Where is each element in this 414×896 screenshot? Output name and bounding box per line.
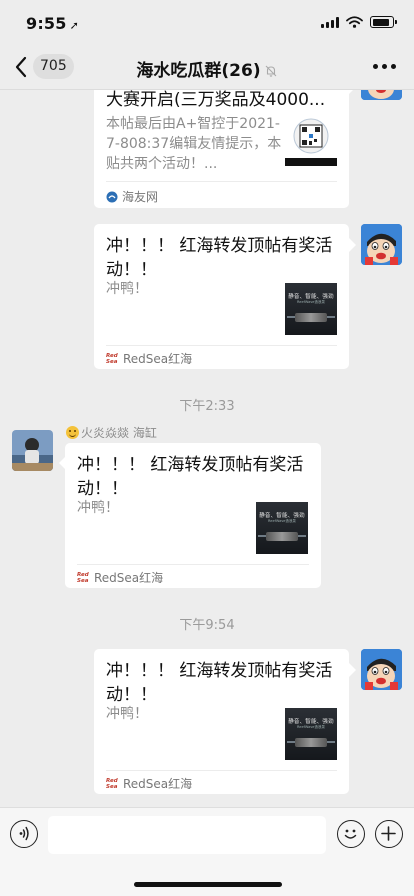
thumbnail-subcaption: ReefWave造浪泵: [268, 519, 296, 523]
redsea-logo-icon: Red Sea: [77, 571, 89, 584]
link-card-source: 海友网: [106, 188, 158, 205]
emoji-icon: [344, 829, 357, 839]
thumbnail-caption: 静音、智能、强劲: [259, 513, 305, 519]
link-card-source: Red Sea RedSea红海: [106, 350, 192, 367]
link-card-thumbnail: 静音、智能、强劲 ReefWave造浪泵: [285, 283, 337, 335]
link-card-divider: [106, 770, 337, 771]
qr-code-icon: [285, 118, 337, 166]
more-dot: [373, 64, 378, 69]
link-card-thumbnail: 静音、智能、强劲 ReefWave造浪泵: [256, 502, 308, 554]
photo-avatar-icon: [12, 430, 53, 471]
link-card[interactable]: 冲！！！ 红海转发顶帖有奖活动！！ 冲鸭！ 静音、智能、强劲 ReefWave造…: [94, 649, 349, 794]
redsea-logo-icon: Red Sea: [106, 352, 118, 365]
bubble-tail: [349, 663, 356, 677]
link-card-title: 冲！！！ 红海转发顶帖有奖活动！！: [77, 455, 304, 499]
plus-button[interactable]: [375, 820, 403, 848]
link-card-description: 冲鸭！: [77, 500, 119, 516]
sender-name-label: 火炎焱燚 海缸: [81, 426, 157, 440]
nav-bar: 705 海水吃瓜群(26): [0, 44, 414, 90]
link-card-source-label: RedSea红海: [123, 777, 193, 791]
wifi-icon: [346, 16, 363, 28]
bell-slash-icon: [265, 65, 276, 77]
redsea-logo-icon: Red Sea: [106, 777, 118, 790]
wave-pump-image: [258, 532, 306, 541]
input-bar: [0, 807, 414, 896]
battery-icon: [370, 16, 397, 28]
thumbnail-subcaption: ReefWave造浪泵: [297, 725, 325, 729]
link-card-source: Red Sea RedSea红海: [106, 775, 192, 792]
timestamp: 下午9:54: [179, 618, 235, 633]
chat-title: 海水吃瓜群(26): [0, 56, 414, 81]
link-card-title: 冲！！！ 红海转发顶帖有奖活动！！: [106, 236, 333, 280]
link-card-source-label: 海友网: [122, 190, 159, 204]
link-card[interactable]: 冲！！！ 红海转发顶帖有奖活动！！ 冲鸭！ 静音、智能、强劲 ReefWave造…: [94, 224, 349, 369]
cartoon-avatar-icon: [361, 649, 402, 690]
emoji-button[interactable]: [337, 820, 365, 848]
link-card-description: 本帖最后由A+智控于2021-7-808:37编辑友情提示，本贴共两个活动！..…: [106, 116, 282, 172]
link-card-thumbnail: [285, 114, 337, 166]
timestamp: 下午2:33: [179, 399, 235, 414]
smile-emoji-icon: [66, 426, 79, 439]
thumbnail-caption: 静音、智能、强劲: [288, 294, 334, 300]
link-card-title: 冲！！！ 红海转发顶帖有奖活动！！: [106, 661, 333, 705]
voice-icon: [19, 826, 29, 841]
voice-button[interactable]: [10, 820, 38, 848]
status-bar: 9:55 ➚: [0, 0, 414, 44]
cellular-signal-icon: [321, 16, 339, 28]
link-card-source-label: RedSea红海: [94, 571, 164, 585]
home-indicator: [134, 882, 282, 887]
more-options-button[interactable]: [373, 64, 396, 69]
wave-pump-image: [287, 738, 335, 747]
location-arrow-icon: ➚: [69, 19, 80, 32]
wave-pump-image: [287, 313, 335, 322]
link-card-title: 大赛开启(三万奖品及4000...: [106, 90, 326, 110]
link-card-description: 冲鸭！: [106, 706, 148, 722]
link-card[interactable]: 冲！！！ 红海转发顶帖有奖活动！！ 冲鸭！ 静音、智能、强劲 ReefWave造…: [65, 443, 321, 588]
link-card-divider: [106, 181, 337, 182]
link-card-description: 冲鸭！: [106, 281, 148, 297]
thumbnail-caption: 静音、智能、强劲: [288, 719, 334, 725]
more-dot: [382, 64, 387, 69]
status-icons: [321, 16, 397, 28]
haiyou-logo-icon: [106, 191, 118, 202]
link-card-source: Red Sea RedSea红海: [77, 569, 163, 586]
avatar[interactable]: [361, 224, 402, 265]
more-dot: [391, 64, 396, 69]
link-card-divider: [77, 564, 309, 565]
cartoon-avatar-icon: [361, 224, 402, 265]
status-time: 9:55 ➚: [26, 14, 79, 33]
chat-title-label: 海水吃瓜群(26): [136, 61, 261, 81]
message-input[interactable]: [48, 816, 326, 854]
chat-area: 大赛开启(三万奖品及4000... 本帖最后由A+智控于2021-7-808:3…: [0, 0, 414, 807]
sender-name: 火炎焱燚 海缸: [66, 424, 157, 441]
link-card-divider: [106, 345, 337, 346]
link-card-thumbnail: 静音、智能、强劲 ReefWave造浪泵: [285, 708, 337, 760]
plus-icon: [381, 826, 396, 841]
avatar[interactable]: [12, 430, 53, 471]
link-card-source-label: RedSea红海: [123, 352, 193, 366]
thumbnail-subcaption: ReefWave造浪泵: [297, 300, 325, 304]
avatar[interactable]: [361, 649, 402, 690]
status-time-label: 9:55: [26, 14, 67, 33]
bubble-tail: [349, 238, 356, 252]
